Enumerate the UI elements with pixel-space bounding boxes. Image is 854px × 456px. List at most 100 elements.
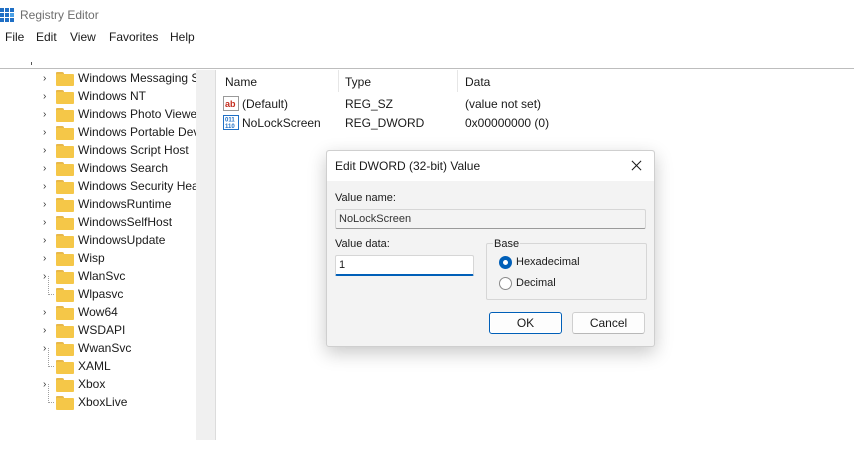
chevron-right-icon[interactable]: › xyxy=(43,199,53,211)
decimal-label[interactable]: Decimal xyxy=(516,277,556,289)
tree-connector xyxy=(48,402,54,403)
tree-item[interactable]: XAML xyxy=(0,348,196,376)
string-value-icon: ab xyxy=(223,96,239,111)
tree-item[interactable]: › Windows Photo Viewe xyxy=(0,106,196,124)
folder-icon xyxy=(56,234,74,248)
column-header-data[interactable]: Data xyxy=(465,75,490,95)
tree-item[interactable]: › WlanSvc xyxy=(0,268,196,286)
column-separator[interactable] xyxy=(338,70,339,92)
radio-decimal[interactable] xyxy=(499,277,512,290)
tree-item[interactable]: › WindowsSelfHost xyxy=(0,214,196,232)
ok-button[interactable]: OK xyxy=(489,312,562,334)
tree-item[interactable]: › Xbox xyxy=(0,376,196,394)
tree-connector xyxy=(48,294,54,295)
column-header-name[interactable]: Name xyxy=(225,75,257,95)
tree-item-label: Windows Photo Viewe xyxy=(78,107,196,121)
svg-text:110: 110 xyxy=(225,124,235,130)
tree-item-label: Windows Portable Dev xyxy=(78,125,196,139)
tree-item[interactable]: › Wow64 xyxy=(0,304,196,322)
tree-connector xyxy=(48,348,49,367)
tree-pane[interactable]: › Windows Messaging S › Windows NT › Windows … xyxy=(0,70,196,440)
chevron-right-icon[interactable]: › xyxy=(43,109,53,121)
base-group xyxy=(486,243,647,300)
folder-icon xyxy=(56,252,74,266)
folder-icon xyxy=(56,288,74,302)
cancel-button[interactable]: Cancel xyxy=(572,312,645,334)
chevron-right-icon[interactable]: › xyxy=(43,73,53,85)
tree-item-label: XAML xyxy=(78,359,111,373)
chevron-right-icon[interactable]: › xyxy=(43,181,53,193)
value-data: 0x00000000 (0) xyxy=(465,116,550,130)
value-type: REG_SZ xyxy=(345,97,394,111)
chevron-right-icon[interactable]: › xyxy=(43,307,53,319)
radio-hexadecimal[interactable] xyxy=(499,256,512,269)
window-title: Registry Editor xyxy=(20,8,99,22)
list-item[interactable]: ab (Default) REG_SZ (value not set) xyxy=(217,94,854,113)
tree-item-label: Wisp xyxy=(78,251,105,265)
tree-item[interactable]: Wlpasvc xyxy=(0,276,196,304)
tree-scroll-gutter[interactable] xyxy=(196,70,213,440)
title-bar: Registry Editor xyxy=(0,0,854,30)
column-separator[interactable] xyxy=(457,70,458,92)
chevron-right-icon[interactable]: › xyxy=(43,253,53,265)
folder-icon xyxy=(56,270,74,284)
folder-icon xyxy=(56,126,74,140)
hexadecimal-label[interactable]: Hexadecimal xyxy=(516,256,580,268)
tree-item-label: WwanSvc xyxy=(78,341,132,355)
folder-icon xyxy=(56,216,74,230)
address-bar[interactable] xyxy=(0,48,854,69)
chevron-right-icon[interactable]: › xyxy=(43,163,53,175)
tree-item-label: WindowsRuntime xyxy=(78,197,172,211)
list-item[interactable]: 011 110 NoLockScreen REG_DWORD 0x0000000… xyxy=(217,113,854,132)
menu-edit[interactable]: Edit xyxy=(36,30,57,44)
binary-value-icon: 011 110 xyxy=(223,115,239,130)
folder-icon xyxy=(56,108,74,122)
dialog-title: Edit DWORD (32-bit) Value xyxy=(335,159,481,173)
tree-item-label: Windows NT xyxy=(78,89,147,103)
tree-item[interactable]: › WindowsUpdate xyxy=(0,232,196,250)
chevron-right-icon[interactable]: › xyxy=(43,217,53,229)
value-data-label: Value data: xyxy=(335,238,390,250)
value-name: NoLockScreen xyxy=(242,116,321,130)
menu-help[interactable]: Help xyxy=(170,30,195,44)
tree-item[interactable]: › Wisp xyxy=(0,250,196,268)
tree-item[interactable]: › Windows NT xyxy=(0,88,196,106)
chevron-right-icon[interactable]: › xyxy=(43,91,53,103)
tree-connector xyxy=(48,384,49,403)
folder-icon xyxy=(56,324,74,338)
folder-icon xyxy=(56,360,74,374)
close-icon[interactable] xyxy=(618,151,654,181)
menu-view[interactable]: View xyxy=(70,30,96,44)
tree-item[interactable]: › WwanSvc xyxy=(0,340,196,358)
tree-item-label: WindowsSelfHost xyxy=(78,215,173,229)
tree-item-label: WindowsUpdate xyxy=(78,233,166,247)
address-tick xyxy=(31,62,32,65)
tree-item-label: Wlpasvc xyxy=(78,287,124,301)
svg-text:ab: ab xyxy=(225,99,236,109)
value-data: (value not set) xyxy=(465,97,542,111)
chevron-right-icon[interactable]: › xyxy=(43,325,53,337)
tree-item-label: Wow64 xyxy=(78,305,118,319)
column-header-type[interactable]: Type xyxy=(345,75,371,95)
menu-favorites[interactable]: Favorites xyxy=(109,30,158,44)
chevron-right-icon[interactable]: › xyxy=(43,145,53,157)
tree-item-label: Xbox xyxy=(78,377,106,391)
tree-item[interactable]: › Windows Security Hea xyxy=(0,178,196,196)
tree-item[interactable]: XboxLive xyxy=(0,384,196,412)
chevron-right-icon[interactable]: › xyxy=(43,235,53,247)
tree-item[interactable]: › WSDAPI xyxy=(0,322,196,340)
folder-icon xyxy=(56,72,74,86)
chevron-right-icon[interactable]: › xyxy=(43,127,53,139)
value-name: (Default) xyxy=(242,97,289,111)
value-data-input[interactable] xyxy=(335,255,474,276)
tree-item[interactable]: › Windows Portable Dev xyxy=(0,124,196,142)
pane-splitter[interactable] xyxy=(213,70,216,440)
tree-item[interactable]: › Windows Search xyxy=(0,160,196,178)
value-name-field: NoLockScreen xyxy=(335,209,646,229)
tree-item[interactable]: › WindowsRuntime xyxy=(0,196,196,214)
tree-item-label: Windows Search xyxy=(78,161,169,175)
tree-item[interactable]: › Windows Script Host xyxy=(0,142,196,160)
tree-item[interactable]: › Windows Messaging S xyxy=(0,70,196,88)
menu-file[interactable]: File xyxy=(5,30,24,44)
folder-icon xyxy=(56,306,74,320)
